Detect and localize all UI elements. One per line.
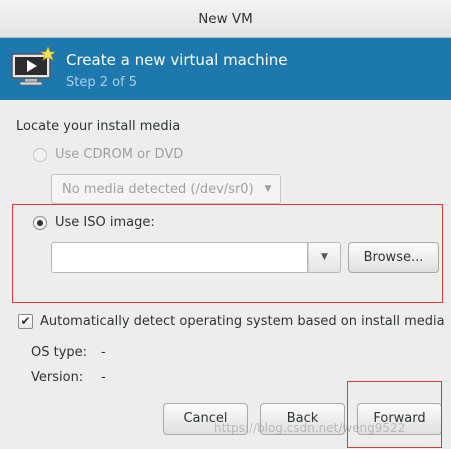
vm-monitor-icon: [11, 46, 56, 86]
install-media-heading: Locate your install media: [16, 119, 181, 134]
chevron-down-icon: ▼: [264, 184, 272, 194]
window-title: New VM: [198, 11, 253, 27]
version-value: -: [101, 370, 106, 385]
cdrom-device-value: No media detected (/dev/sr0): [62, 181, 254, 197]
os-type-label: OS type:: [31, 345, 88, 360]
chevron-down-icon: ▼: [321, 252, 328, 262]
os-type-value: -: [101, 345, 106, 360]
cdrom-radio-label: Use CDROM or DVD: [55, 147, 184, 162]
browse-button[interactable]: Browse...: [348, 242, 439, 273]
cdrom-radio-button[interactable]: [33, 147, 47, 162]
iso-radio-label: Use ISO image:: [55, 215, 155, 230]
cdrom-radio-option[interactable]: Use CDROM or DVD: [33, 147, 183, 162]
iso-radio-option[interactable]: Use ISO image:: [33, 215, 155, 230]
iso-path-input[interactable]: [51, 242, 308, 273]
wizard-step-indicator: Step 2 of 5: [66, 75, 138, 90]
forward-highlight-box: [347, 381, 442, 448]
auto-detect-checkbox[interactable]: ✔: [18, 314, 33, 329]
window-titlebar: New VM: [0, 0, 451, 38]
auto-detect-label: Automatically detect operating system ba…: [40, 314, 445, 329]
cdrom-device-combo[interactable]: No media detected (/dev/sr0) ▼: [51, 174, 281, 204]
version-label: Version:: [31, 370, 84, 385]
wizard-banner: Create a new virtual machine Step 2 of 5: [0, 38, 451, 100]
iso-radio-button[interactable]: [33, 215, 47, 230]
wizard-title: Create a new virtual machine: [66, 51, 288, 69]
iso-history-dropdown[interactable]: ▼: [308, 242, 341, 273]
watermark-text: https://blog.csdn.net/weng9522: [214, 421, 406, 435]
